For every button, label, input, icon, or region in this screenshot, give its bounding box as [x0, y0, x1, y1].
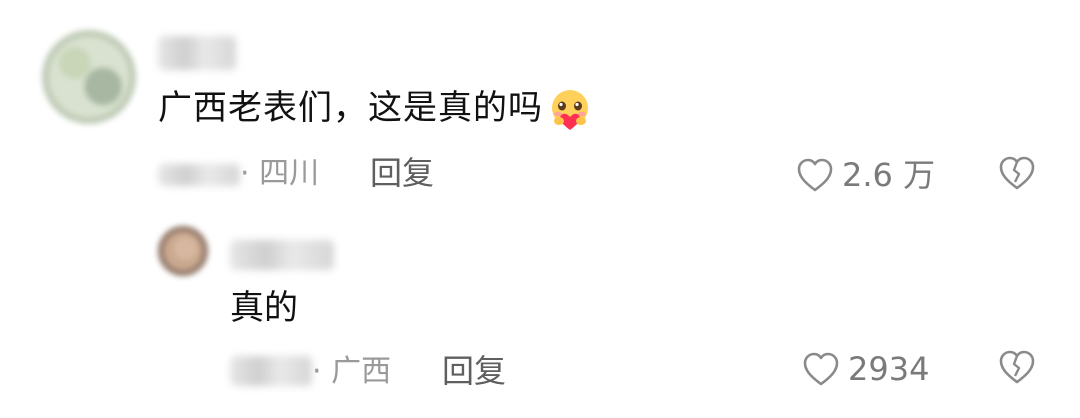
comment-text-content: 广西老表们，这是真的吗: [158, 88, 543, 128]
reply-reply-button[interactable]: 回复: [442, 351, 506, 391]
time-blurred: [158, 164, 240, 186]
location-label: · 四川: [240, 156, 320, 191]
reply-time-blurred: [230, 356, 312, 386]
reply-username-blurred[interactable]: [230, 240, 334, 270]
reply-like-count: 2934: [848, 350, 930, 388]
broken-heart-icon: [999, 156, 1035, 190]
comment-thread: 广西老表们，这是真的吗 · 四川 回复 2.6 万 真的 · 广西 回复 293…: [0, 0, 1080, 418]
dislike-button[interactable]: [998, 155, 1036, 195]
reply-dislike-button[interactable]: [998, 349, 1036, 389]
reply-button[interactable]: 回复: [370, 153, 434, 193]
comment-text: 广西老表们，这是真的吗: [158, 86, 593, 133]
heart-outline-icon: [797, 158, 833, 192]
heart-outline-icon: [803, 352, 839, 386]
avatar[interactable]: [42, 30, 136, 124]
like-count: 2.6 万: [842, 156, 936, 194]
like-button[interactable]: 2.6 万: [796, 155, 935, 195]
reply-text: 真的: [230, 288, 298, 328]
reply-location-label: · 广西: [312, 354, 392, 389]
reply-like-button[interactable]: 2934: [802, 349, 929, 389]
broken-heart-icon: [999, 350, 1035, 384]
heart-hug-emoji-icon: [547, 87, 593, 133]
username-blurred[interactable]: [158, 36, 236, 70]
reply-avatar[interactable]: [158, 226, 208, 276]
